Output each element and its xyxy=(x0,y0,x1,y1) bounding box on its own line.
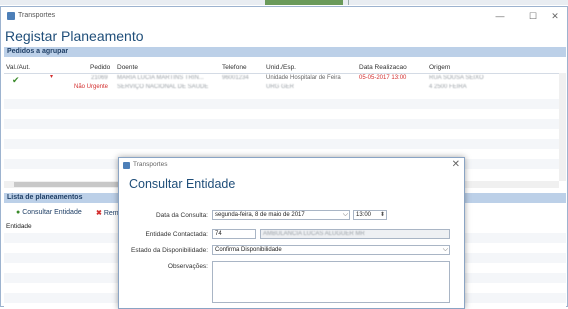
consultar-entidade-dialog: Transportes ✕ Consultar Entidade Data da… xyxy=(118,157,465,309)
doente-sns: SERVIÇO NACIONAL DE SAUDE xyxy=(117,84,209,90)
consultar-label: Consultar Entidade xyxy=(22,209,82,216)
urgency-status: Não Urgente xyxy=(74,84,109,90)
estado-select[interactable]: Confirma Disponibilidade ⌵ xyxy=(212,245,450,255)
entidade-label: Entidade Contactada: xyxy=(145,231,208,238)
data-realizacao: 05-05-2017 13:00 xyxy=(359,75,407,81)
col-entidade[interactable]: Entidade xyxy=(6,223,32,230)
obs-label: Observações: xyxy=(167,263,208,270)
origem-value: RUA SOUSA SEIXO xyxy=(429,75,484,81)
col-data[interactable]: Data Realizacao xyxy=(359,64,407,71)
col-unid[interactable]: Unid./Esp. xyxy=(266,64,296,71)
entidade-code-field[interactable]: 74 xyxy=(212,229,256,239)
remove-label: Rem xyxy=(103,210,119,217)
estado-value: Confirma Disponibilidade xyxy=(215,247,282,253)
dialog-title-bar: Transportes ✕ xyxy=(119,158,464,172)
app-icon xyxy=(7,12,15,20)
date-picker[interactable]: segunda-feira, 8 de maio de 2017 ⌵ xyxy=(212,210,350,220)
table-row[interactable]: ✔ ▾ 21069 Não Urgente MARIA LUCIA MARTIN… xyxy=(4,74,566,95)
maximize-button[interactable]: ☐ xyxy=(525,9,541,23)
dialog-window-title: Transportes xyxy=(133,161,168,168)
title-bar: Transportes — ☐ ✕ xyxy=(1,7,567,25)
background-tab[interactable] xyxy=(265,0,343,5)
col-val[interactable]: Val./Aut. xyxy=(6,64,30,71)
minimize-button[interactable]: — xyxy=(492,9,508,23)
entidade-name: AMBULANCIA LUCAS ALUGUER MR xyxy=(263,231,365,237)
check-icon: ✔ xyxy=(12,75,20,85)
background-strip xyxy=(0,0,568,5)
unid-esp: URG GER xyxy=(266,84,295,90)
col-doente[interactable]: Doente xyxy=(117,64,138,71)
estado-label: Estado da Disponibilidade: xyxy=(131,247,208,254)
remove-button[interactable]: ✖ Rem xyxy=(96,209,119,217)
calendar-dropdown-icon[interactable]: ⌵ xyxy=(343,211,348,219)
flag-icon: ▾ xyxy=(50,74,54,80)
telefone-value: 96001234 xyxy=(222,75,249,81)
date-value: segunda-feira, 8 de maio de 2017 xyxy=(215,212,305,218)
pedido-number: 21069 xyxy=(91,75,108,81)
close-button[interactable]: ✕ xyxy=(547,9,563,23)
chevron-down-icon[interactable]: ⌵ xyxy=(443,246,448,254)
consult-icon: ● xyxy=(16,209,21,216)
window-title: Transportes xyxy=(18,12,56,19)
col-origem[interactable]: Origem xyxy=(429,64,450,71)
col-pedido[interactable]: Pedido xyxy=(90,64,110,71)
section-pedidos: Pedidos a agrupar xyxy=(4,47,566,57)
background-separator xyxy=(348,0,349,5)
page-title: Registar Planeamento xyxy=(5,28,144,44)
unid-value: Unidade Hospitalar de Feira xyxy=(266,75,341,81)
observacoes-textarea[interactable] xyxy=(212,261,450,303)
remove-icon: ✖ xyxy=(96,210,102,217)
time-spinner-icon[interactable]: ⬍ xyxy=(380,211,385,219)
time-field[interactable]: 13:00 ⬍ xyxy=(353,210,387,220)
pedidos-column-header: Val./Aut. Pedido Doente Telefone Unid./E… xyxy=(4,63,566,74)
consultar-entidade-button[interactable]: ● Consultar Entidade xyxy=(16,209,82,216)
time-value: 13:00 xyxy=(356,212,372,218)
dialog-app-icon xyxy=(123,162,130,169)
origem-city: 4 2500 FEIRA xyxy=(429,84,467,90)
vertical-scrollbar[interactable] xyxy=(559,73,566,181)
entidade-code: 74 xyxy=(215,231,222,237)
entidade-name-field: AMBULANCIA LUCAS ALUGUER MR xyxy=(260,229,450,239)
doente-name: MARIA LUCIA MARTINS TRIN... xyxy=(117,75,204,81)
dialog-close-button[interactable]: ✕ xyxy=(452,159,460,170)
col-telefone[interactable]: Telefone xyxy=(222,64,247,71)
dialog-title: Consultar Entidade xyxy=(129,177,236,191)
date-label: Data da Consulta: xyxy=(155,212,208,219)
